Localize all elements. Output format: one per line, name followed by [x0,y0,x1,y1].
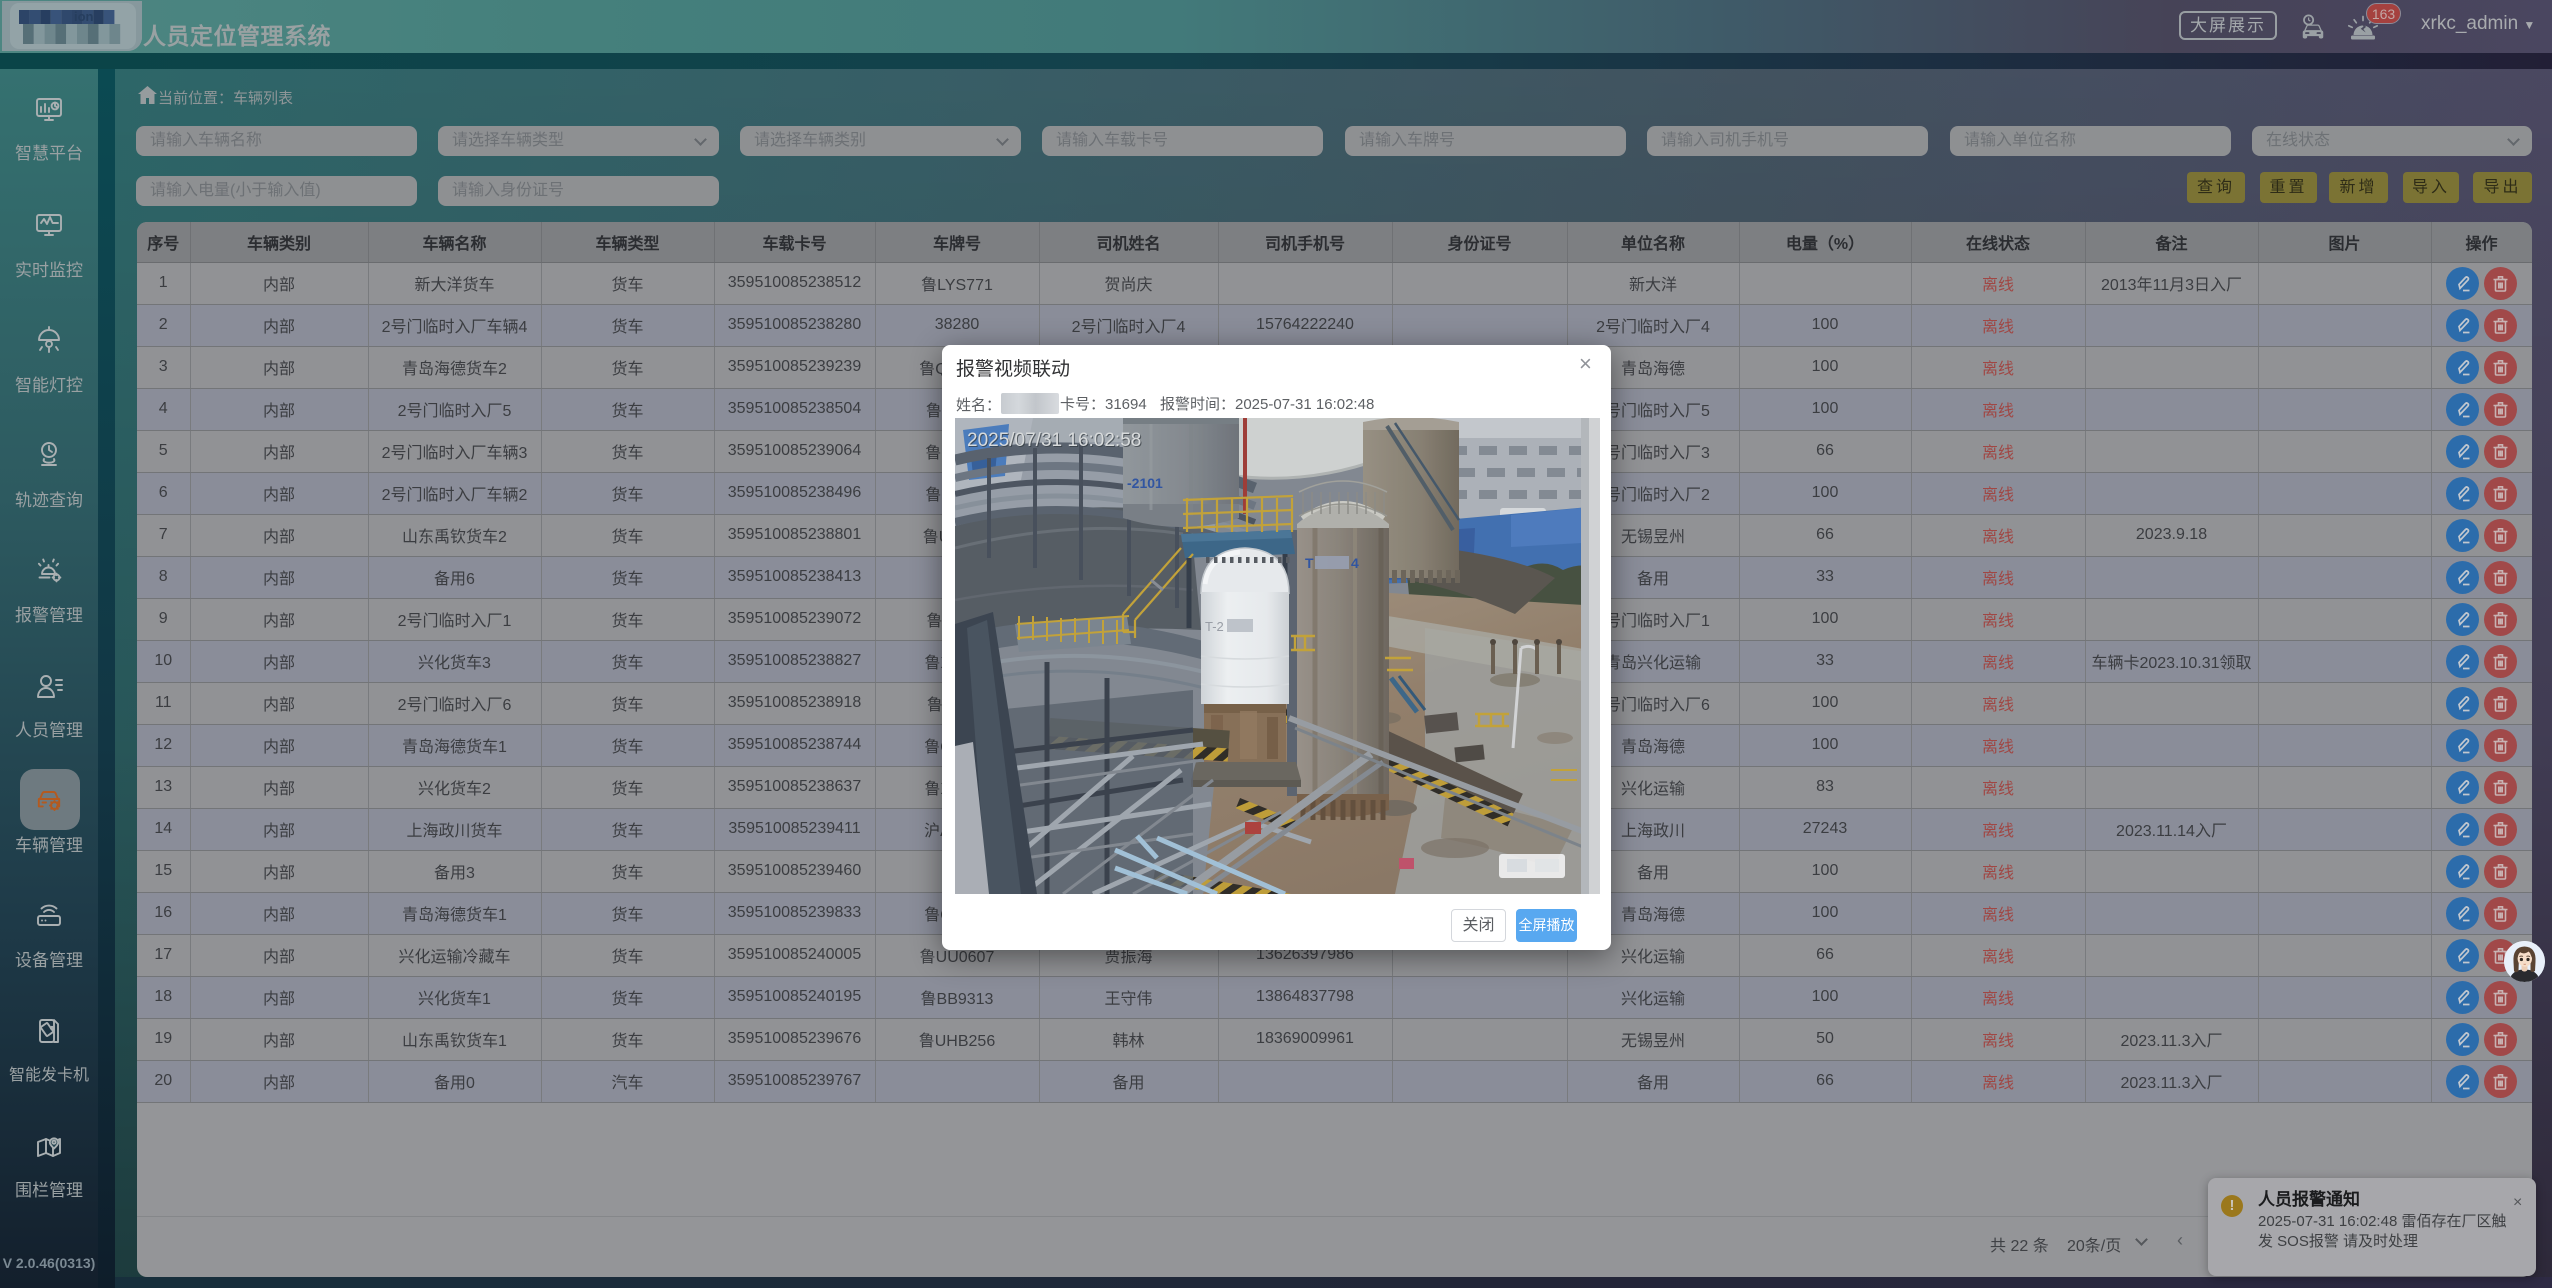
svg-text:ion: ion [74,9,94,24]
